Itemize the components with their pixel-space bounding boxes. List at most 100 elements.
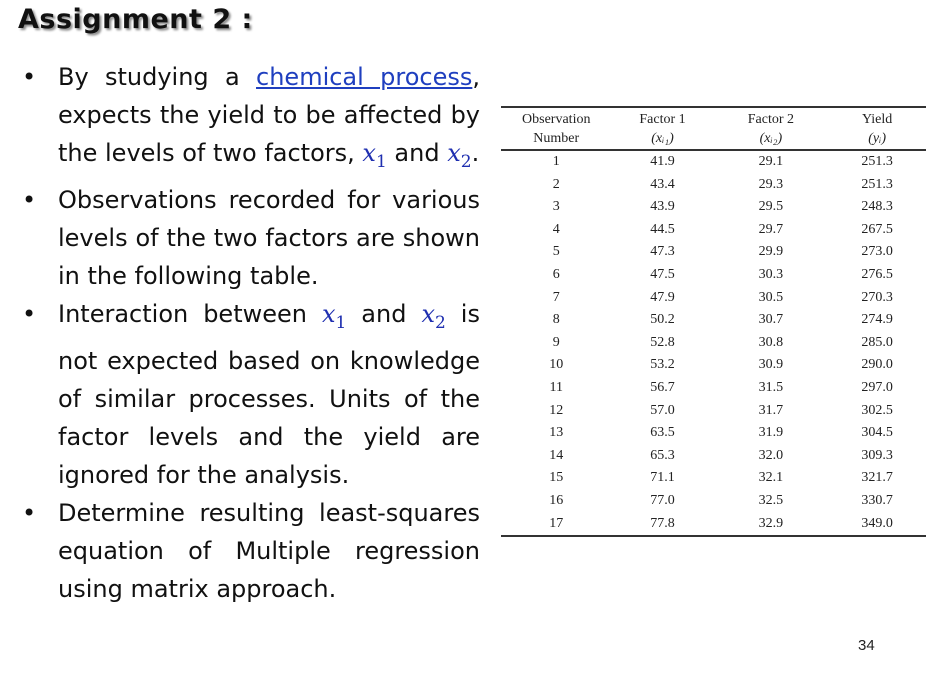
cell-observation-number: 11 [549,379,563,395]
cell-observation-number: 14 [549,447,564,463]
table-row: 11 56.7 31.5 297.0 [501,377,926,400]
cell-yield: 248.3 [861,199,893,215]
cell-factor-2: 29.9 [758,244,784,260]
cell-factor-1: 65.3 [650,447,675,463]
cell-factor-2: 32.9 [758,515,784,531]
cell-yield: 270.3 [861,289,893,305]
cell-factor-1: 53.2 [650,357,675,373]
cell-factor-1: 41.9 [650,154,675,169]
cell-yield: 267.5 [861,221,893,237]
cell-factor-2: 30.5 [758,289,784,305]
table-row: 15 71.1 32.1 321.7 [501,467,926,490]
table-row: 3 43.9 29.5 248.3 [501,196,926,219]
cell-factor-1: 47.3 [650,244,675,260]
cell-factor-2: 30.9 [758,357,784,373]
header-factor-1: Factor 1 (xᵢ₁) [639,112,686,146]
cell-factor-2: 31.7 [758,402,784,418]
cell-yield: 251.3 [861,176,893,192]
chemical-process-link[interactable]: chemical process [256,63,472,91]
table-body: 1 41.9 29.1 251.3 2 43.4 29.3 251.3 3 43.9 29.5 248… [501,150,926,537]
bullet-dot-icon: • [22,498,37,527]
bullet-dot-icon: • [22,185,37,214]
table-row: 5 47.3 29.9 273.0 [501,241,926,264]
cell-factor-2: 29.1 [758,154,784,169]
cell-yield: 349.0 [861,515,893,531]
cell-observation-number: 17 [549,515,564,531]
bullet-text: Observations recorded for various levels… [58,185,480,290]
cell-yield: 302.5 [861,402,893,418]
table-row: 17 77.8 32.9 349.0 [501,513,926,537]
cell-factor-2: 29.5 [758,199,784,215]
cell-factor-2: 32.5 [758,492,784,508]
bullet-dot-icon: • [22,299,37,328]
cell-yield: 321.7 [861,470,893,486]
cell-observation-number: 2 [552,176,560,192]
cell-observation-number: 3 [552,199,560,215]
cell-yield: 309.3 [861,447,893,463]
cell-observation-number: 4 [552,221,560,237]
cell-observation-number: 8 [552,312,560,328]
slide-title: Assignment 2 : [18,4,253,35]
cell-yield: 330.7 [861,492,893,508]
cell-factor-1: 57.0 [650,402,675,418]
cell-factor-2: 31.5 [758,379,784,395]
cell-factor-2: 29.7 [758,221,784,237]
cell-factor-2: 30.3 [758,266,784,282]
cell-factor-2: 29.3 [758,176,784,192]
cell-yield: 297.0 [861,379,893,395]
cell-factor-1: 56.7 [650,379,675,395]
header-yield: Yield (yᵢ) [861,112,893,146]
bullet-text: By studying a [58,63,257,91]
header-observation-number: Observation Number [522,112,591,146]
table-row: 13 63.5 31.9 304.5 [501,422,926,445]
cell-factor-2: 32.1 [758,470,784,486]
cell-factor-2: 30.7 [758,312,784,328]
cell-observation-number: 5 [552,244,560,260]
cell-factor-2: 30.8 [758,334,784,350]
cell-factor-1: 43.4 [650,176,675,192]
table-row: 14 65.3 32.0 309.3 [501,445,926,468]
cell-factor-1: 77.0 [650,492,675,508]
cell-factor-1: 50.2 [650,312,675,328]
cell-yield: 290.0 [861,357,893,373]
math-variable: x2 [447,139,472,172]
cell-yield: 285.0 [861,334,893,350]
cell-observation-number: 1 [552,154,560,169]
bullet-text: and [346,299,422,328]
page-number: 34 [858,637,875,654]
table-row: 12 57.0 31.7 302.5 [501,400,926,423]
table-row: 10 53.2 30.9 290.0 [501,354,926,377]
cell-observation-number: 7 [552,289,560,305]
bullet-text: is not expected based on knowledge of si… [58,299,480,489]
cell-observation-number: 6 [552,266,560,282]
cell-yield: 304.5 [861,425,893,441]
cell-observation-number: 10 [549,357,564,373]
table-row: 4 44.5 29.7 267.5 [501,219,926,242]
table-row: 7 47.9 30.5 270.3 [501,287,926,310]
cell-factor-1: 44.5 [650,221,675,237]
cell-yield: 274.9 [861,312,893,328]
cell-factor-2: 32.0 [758,447,784,463]
cell-factor-1: 52.8 [650,334,675,350]
bullet-text: . [471,139,480,167]
cell-yield: 276.5 [861,266,893,282]
math-variable: x1 [321,299,347,333]
cell-factor-2: 31.9 [758,425,784,441]
bullet-item: • Interaction between x1 and x2 is not ex… [22,295,480,494]
table-row: 6 47.5 30.3 276.5 [501,264,926,287]
bullet-dot-icon: • [22,63,37,91]
bullet-item: • Observations recorded for various level… [22,181,480,295]
cell-observation-number: 13 [549,425,564,441]
cell-observation-number: 9 [552,334,560,350]
table-row: 16 77.0 32.5 330.7 [501,490,926,513]
table-row: 9 52.8 30.8 285.0 [501,332,926,355]
bullet-item: • By studying a chemical process, expects… [22,58,480,181]
bullet-text: Interaction between [58,299,322,328]
cell-factor-1: 63.5 [650,425,675,441]
observations-table: Observation Number Factor 1 (xᵢ₁) Factor… [501,106,926,537]
cell-factor-1: 47.5 [650,266,675,282]
cell-observation-number: 16 [549,492,564,508]
math-variable: x1 [362,139,387,172]
table-row: 8 50.2 30.7 274.9 [501,309,926,332]
cell-factor-1: 43.9 [650,199,675,215]
